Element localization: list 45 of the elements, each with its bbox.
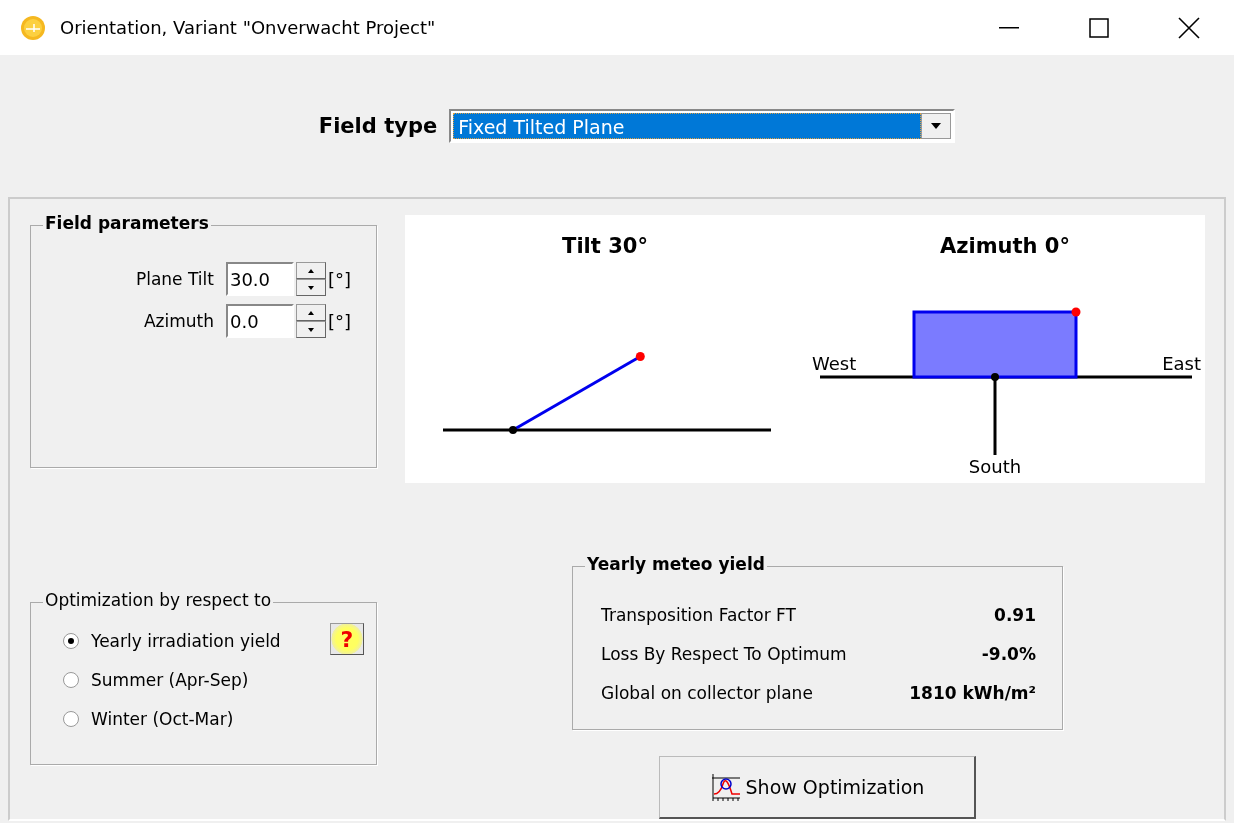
azimuth-title: Azimuth 0°: [940, 234, 1070, 258]
app-icon: [20, 14, 46, 41]
unit-label: [°]: [327, 310, 351, 332]
pivot-dot: [509, 426, 517, 434]
radio-option[interactable]: Summer (Apr-Sep): [63, 660, 376, 699]
minimize-icon: [999, 26, 1019, 29]
spin-down-button[interactable]: [295, 279, 326, 296]
close-icon: [1178, 16, 1200, 39]
unit-label: [°]: [327, 268, 351, 290]
group-title: Yearly meteo yield: [585, 554, 767, 574]
metric-value: 0.91: [993, 605, 1036, 627]
metric-label: Loss By Respect To Optimum: [601, 644, 848, 666]
tilt-title: Tilt 30°: [562, 234, 648, 258]
group-title: Optimization by respect to: [43, 590, 274, 610]
spin-down-button[interactable]: [295, 321, 326, 338]
number-field[interactable]: 30.0: [225, 262, 294, 296]
spin-up-button[interactable]: [295, 304, 326, 321]
chart-icon: [709, 772, 742, 802]
help-button[interactable]: ?: [330, 623, 364, 655]
down-arrow-icon: [307, 285, 314, 290]
up-arrow-icon: [307, 310, 314, 315]
plane-edge-dot: [635, 352, 645, 361]
direction-label: West: [812, 353, 857, 374]
spin-up-button[interactable]: [295, 262, 326, 279]
field-label: Plane Tilt: [135, 269, 214, 289]
corner-dot: [1071, 307, 1081, 317]
show-optimization-button[interactable]: Show Optimization: [659, 756, 976, 819]
caret-icon: [931, 123, 942, 129]
field-type-dropdown[interactable]: Fixed Tilted Plane: [449, 109, 956, 143]
field-label: Azimuth: [143, 311, 214, 331]
metric-value: -9.0%: [980, 644, 1036, 666]
radio-option[interactable]: Winter (Oct-Mar): [63, 699, 376, 738]
field-type-label: Field type: [318, 114, 438, 138]
metric-label: Transposition Factor FT: [601, 605, 797, 627]
maximize-icon: [1089, 17, 1109, 38]
down-arrow-icon: [307, 327, 314, 332]
direction-label: South: [968, 456, 1022, 477]
center-dot: [991, 373, 999, 381]
metric-label: Global on collector plane: [601, 683, 814, 705]
window-title: Orientation, Variant "Onverwacht Project": [60, 17, 437, 38]
metric-value: 1810 kWh/m²: [908, 683, 1036, 705]
number-field[interactable]: 0.0: [225, 304, 294, 338]
direction-label: East: [1162, 353, 1201, 374]
up-arrow-icon: [307, 268, 314, 273]
group-title: Field parameters: [43, 213, 211, 233]
